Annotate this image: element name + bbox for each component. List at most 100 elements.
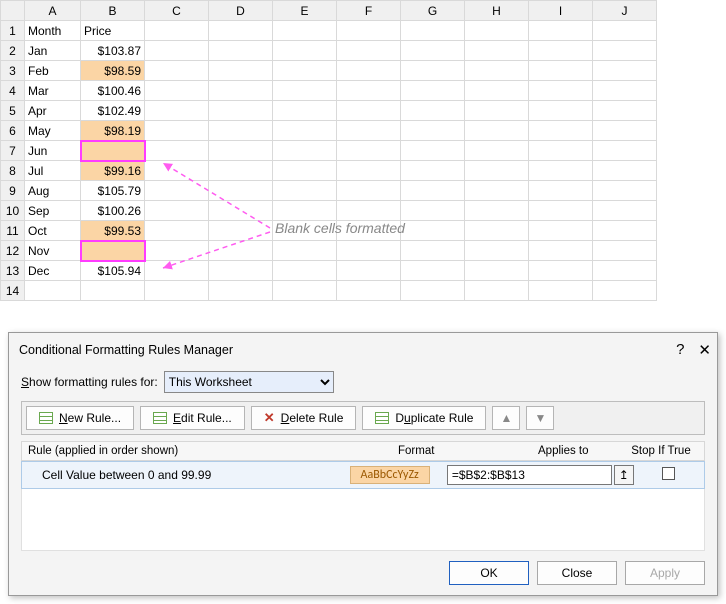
cell[interactable]: [337, 181, 401, 201]
cell[interactable]: [145, 181, 209, 201]
cell[interactable]: Jan: [25, 41, 81, 61]
cell[interactable]: [465, 261, 529, 281]
column-header[interactable]: C: [145, 1, 209, 21]
cell[interactable]: [273, 261, 337, 281]
cell[interactable]: [465, 181, 529, 201]
cell[interactable]: [209, 21, 273, 41]
ok-button[interactable]: OK: [449, 561, 529, 585]
cell[interactable]: [273, 61, 337, 81]
cell[interactable]: [465, 241, 529, 261]
cell[interactable]: [145, 221, 209, 241]
cell[interactable]: [465, 101, 529, 121]
cell[interactable]: [145, 281, 209, 301]
cell[interactable]: [593, 221, 657, 241]
rule-row[interactable]: Cell Value between 0 and 99.99 AaBbCcYyZ…: [21, 461, 705, 489]
move-up-button[interactable]: ▲: [492, 406, 520, 430]
row-header[interactable]: 5: [1, 101, 25, 121]
cell[interactable]: $98.19: [81, 121, 145, 141]
cell[interactable]: [529, 241, 593, 261]
row-header[interactable]: 8: [1, 161, 25, 181]
cell[interactable]: [209, 41, 273, 61]
cell[interactable]: [209, 241, 273, 261]
cell[interactable]: [465, 281, 529, 301]
cell[interactable]: [273, 141, 337, 161]
cell[interactable]: [81, 281, 145, 301]
cell[interactable]: [337, 241, 401, 261]
cell[interactable]: [273, 241, 337, 261]
cell[interactable]: [337, 61, 401, 81]
cell[interactable]: [273, 161, 337, 181]
cell[interactable]: [529, 101, 593, 121]
cell[interactable]: May: [25, 121, 81, 141]
cell[interactable]: [273, 281, 337, 301]
cell[interactable]: $102.49: [81, 101, 145, 121]
cell[interactable]: [401, 61, 465, 81]
row-header[interactable]: 2: [1, 41, 25, 61]
cell[interactable]: [273, 181, 337, 201]
cell[interactable]: [401, 241, 465, 261]
cell[interactable]: [529, 161, 593, 181]
cell[interactable]: [25, 281, 81, 301]
cell[interactable]: [529, 41, 593, 61]
cell[interactable]: [145, 21, 209, 41]
cell[interactable]: Aug: [25, 181, 81, 201]
row-header[interactable]: 10: [1, 201, 25, 221]
duplicate-rule-button[interactable]: Duplicate Rule: [362, 406, 486, 430]
cell[interactable]: [593, 101, 657, 121]
cell[interactable]: [145, 141, 209, 161]
cell[interactable]: [209, 281, 273, 301]
row-header[interactable]: 12: [1, 241, 25, 261]
cell[interactable]: $100.46: [81, 81, 145, 101]
cell[interactable]: $105.79: [81, 181, 145, 201]
cell[interactable]: [465, 61, 529, 81]
cell[interactable]: [593, 121, 657, 141]
spreadsheet-grid[interactable]: ABCDEFGHIJ 1MonthPrice2Jan$103.873Feb$98…: [0, 0, 726, 301]
row-header[interactable]: 1: [1, 21, 25, 41]
cell[interactable]: [145, 201, 209, 221]
cell[interactable]: [209, 61, 273, 81]
cell[interactable]: Month: [25, 21, 81, 41]
column-header[interactable]: B: [81, 1, 145, 21]
cell[interactable]: [401, 101, 465, 121]
cell[interactable]: [337, 261, 401, 281]
cell[interactable]: [401, 261, 465, 281]
cell[interactable]: [337, 201, 401, 221]
cell[interactable]: $103.87: [81, 41, 145, 61]
cell[interactable]: [209, 141, 273, 161]
cell[interactable]: [145, 81, 209, 101]
row-header[interactable]: 7: [1, 141, 25, 161]
cell[interactable]: [145, 101, 209, 121]
cell[interactable]: [529, 281, 593, 301]
cell[interactable]: [337, 281, 401, 301]
cell[interactable]: [401, 281, 465, 301]
row-header[interactable]: 4: [1, 81, 25, 101]
cell[interactable]: [337, 121, 401, 141]
cell[interactable]: [465, 121, 529, 141]
cell[interactable]: [401, 21, 465, 41]
cell[interactable]: [529, 141, 593, 161]
move-down-button[interactable]: ▼: [526, 406, 554, 430]
cell[interactable]: Jun: [25, 141, 81, 161]
cell[interactable]: [209, 81, 273, 101]
close-icon[interactable]: ✕: [698, 341, 711, 359]
cell[interactable]: [273, 81, 337, 101]
cell[interactable]: Dec: [25, 261, 81, 281]
scope-select[interactable]: This Worksheet: [164, 371, 334, 393]
delete-rule-button[interactable]: ✕Delete Rule: [251, 406, 357, 430]
cell[interactable]: [401, 161, 465, 181]
cell[interactable]: [593, 81, 657, 101]
help-icon[interactable]: ?: [676, 341, 684, 359]
cell[interactable]: [465, 201, 529, 221]
cell[interactable]: [145, 41, 209, 61]
cell[interactable]: [465, 41, 529, 61]
column-header[interactable]: G: [401, 1, 465, 21]
cell[interactable]: [145, 121, 209, 141]
cell[interactable]: [593, 41, 657, 61]
cell[interactable]: [529, 61, 593, 81]
cell[interactable]: [209, 161, 273, 181]
close-button[interactable]: Close: [537, 561, 617, 585]
cell[interactable]: [209, 201, 273, 221]
cell[interactable]: Sep: [25, 201, 81, 221]
cell[interactable]: [401, 121, 465, 141]
cell[interactable]: [401, 181, 465, 201]
